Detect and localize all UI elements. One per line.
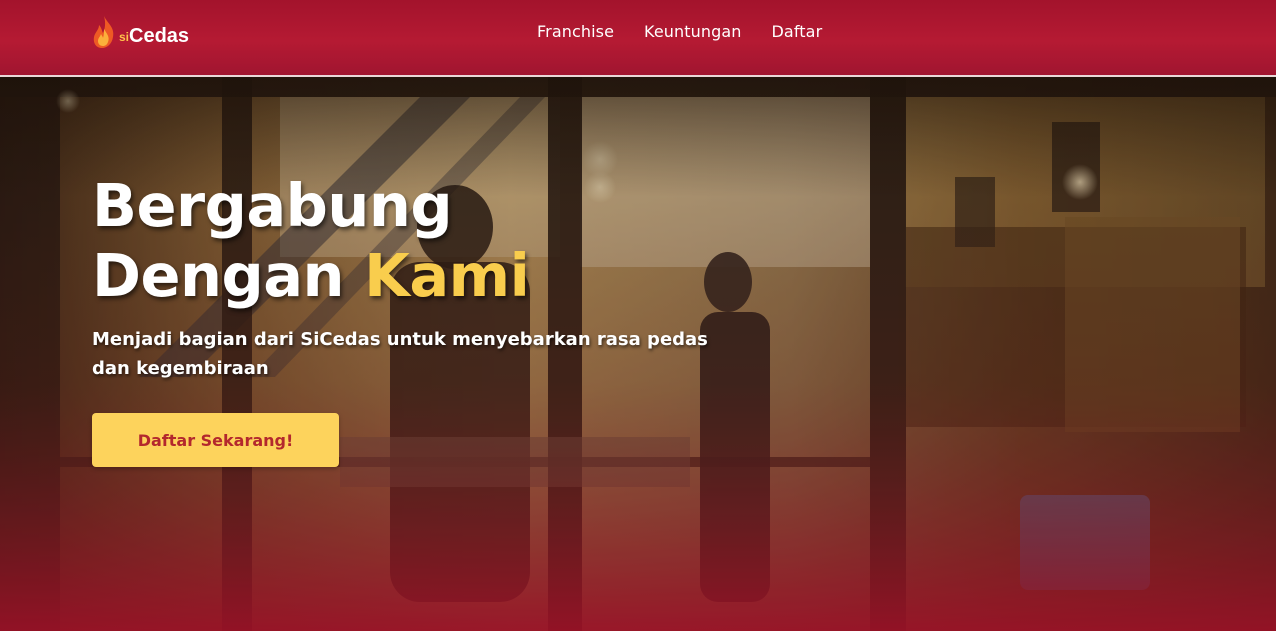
top-navbar: si Cedas Franchise Keuntungan Daftar (0, 0, 1276, 77)
nav-item-daftar[interactable]: Daftar (772, 22, 823, 41)
hero-section: Bergabung Dengan Kami Menjadi bagian dar… (0, 77, 1276, 631)
brand-logo[interactable]: si Cedas (91, 15, 190, 54)
register-now-button[interactable]: Daftar Sekarang! (92, 413, 339, 467)
page: si Cedas Franchise Keuntungan Daftar Ber… (0, 0, 1276, 631)
hero-subtitle: Menjadi bagian dari SiCedas untuk menyeb… (92, 329, 708, 379)
hero-title: Bergabung Dengan Kami (92, 171, 712, 311)
brand-name: Cedas (129, 24, 190, 47)
flame-icon (91, 15, 117, 54)
nav-item-franchise[interactable]: Franchise (537, 22, 614, 41)
brand-prefix: si (119, 30, 130, 44)
hero-title-line2: Dengan (92, 241, 345, 310)
hero-content: Bergabung Dengan Kami Menjadi bagian dar… (92, 171, 712, 383)
hero-title-line1: Bergabung (92, 171, 453, 240)
main-nav: Franchise Keuntungan Daftar (537, 22, 852, 41)
nav-item-keuntungan[interactable]: Keuntungan (644, 22, 741, 41)
hero-title-accent: Kami (364, 241, 530, 310)
